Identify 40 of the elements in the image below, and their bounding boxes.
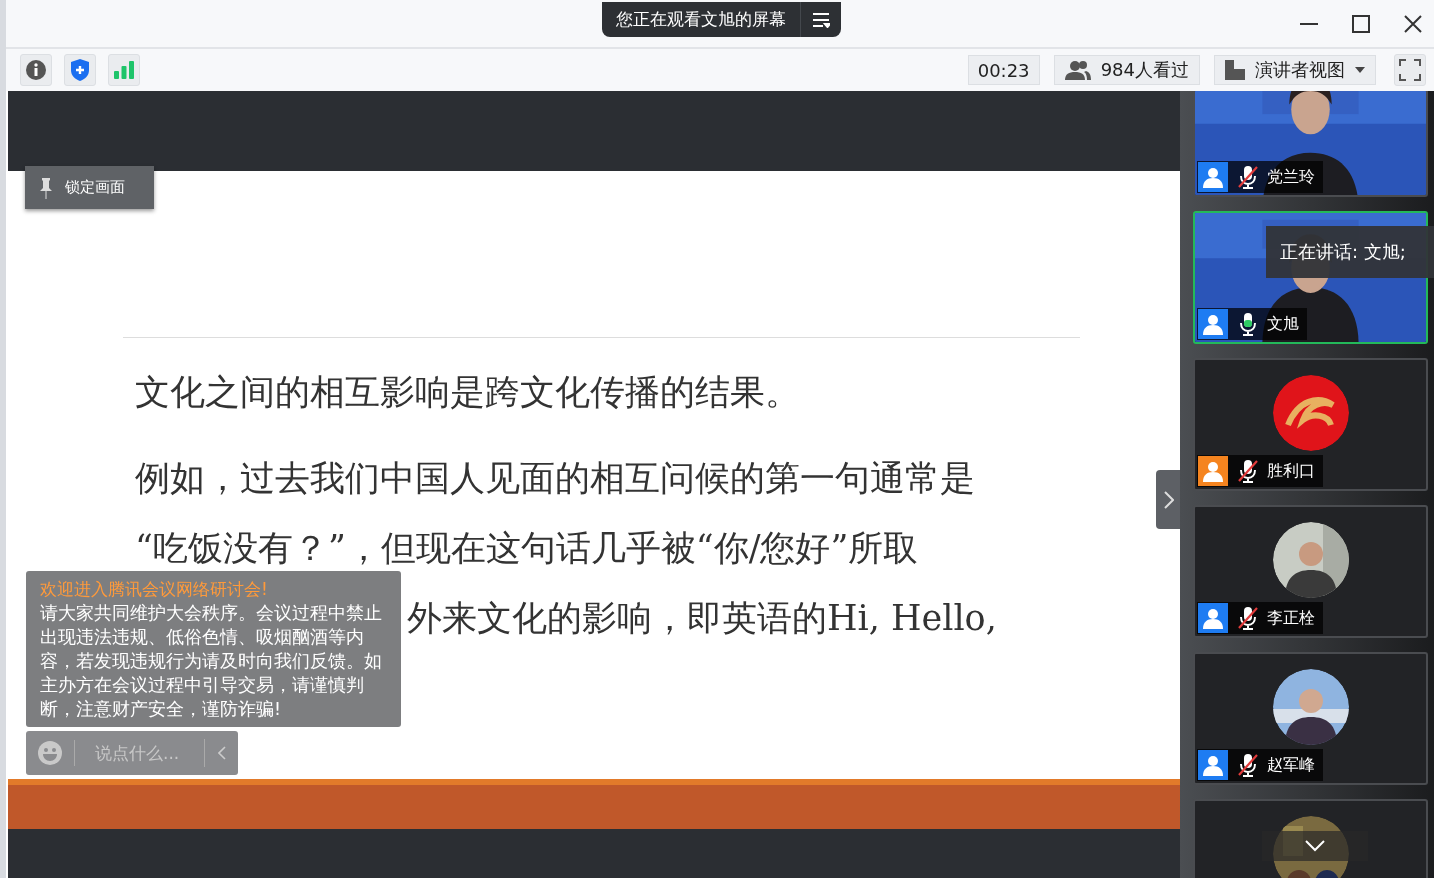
layout-icon [1225, 60, 1245, 80]
fullscreen-button[interactable] [1394, 54, 1426, 86]
chat-box[interactable]: 说点什么... [26, 731, 238, 775]
pin-icon [39, 176, 53, 199]
close-icon[interactable] [1404, 14, 1422, 33]
chevron-right-icon [1164, 490, 1174, 509]
viewer-count[interactable]: 984人看过 [1053, 55, 1200, 85]
chat-input-field[interactable]: 说点什么... [75, 742, 204, 764]
participant-tile[interactable]: 胜利口 [1193, 358, 1428, 491]
notice-title: 欢迎进入腾讯会议网络研讨会! [40, 578, 269, 601]
slide-text: 例如，过去我们中国人见面的相互问候的第一句通常是 [135, 460, 975, 496]
people-icon [1064, 60, 1091, 80]
lock-screen-button[interactable]: 锁定画面 [25, 166, 154, 209]
info-button[interactable] [20, 54, 52, 86]
speaking-indicator: 正在讲话: 文旭; [1266, 226, 1434, 278]
view-mode-label: 演讲者视图 [1255, 58, 1345, 82]
slide-text: “吃饭没有？”，但现在这句话几乎被“你/您好”所取 [135, 530, 919, 566]
slide-text: 外来文化的影响，即英语的Hi, Hello, [407, 600, 997, 636]
participant-name: 胜利口 [1267, 460, 1315, 482]
viewer-count-text: 984人看过 [1100, 58, 1189, 82]
view-mode-dropdown[interactable]: 演讲者视图 [1214, 55, 1376, 85]
meeting-timer: 00:23 [967, 55, 1040, 85]
signal-icon [113, 60, 135, 80]
participant-name: 文旭 [1267, 313, 1299, 335]
participant-name: 党兰玲 [1267, 166, 1315, 188]
menu-icon[interactable] [812, 11, 830, 28]
collapse-panel-button[interactable] [1156, 470, 1182, 529]
caret-icon [1355, 67, 1365, 73]
chevron-left-icon [217, 746, 226, 760]
participant-tile[interactable]: 党兰玲 [1193, 91, 1428, 197]
slide-text: 文化之间的相互影响是跨文化传播的结果。 [135, 374, 800, 410]
maximize-icon[interactable] [1352, 14, 1370, 33]
notice-text: 请大家共同维护大会秩序。会议过程中禁止出现违法违规、低俗色情、吸烟酗酒等内容，若发现违规行为请及时向我们反馈。如主办方在会议过程中引导交易，请谨慎判断，注意财产安全，谨防诈骗! [40, 602, 383, 721]
participant-tile[interactable]: 赵军峰 [1193, 652, 1428, 785]
participant-tile[interactable]: 李正栓 [1193, 505, 1428, 638]
chevron-down-icon [1305, 840, 1325, 852]
share-title: 您正在观看文旭的屏幕 [615, 8, 787, 31]
participant-name: 李正栓 [1267, 607, 1315, 629]
security-button[interactable] [64, 54, 96, 86]
participant-name: 赵军峰 [1267, 754, 1315, 776]
